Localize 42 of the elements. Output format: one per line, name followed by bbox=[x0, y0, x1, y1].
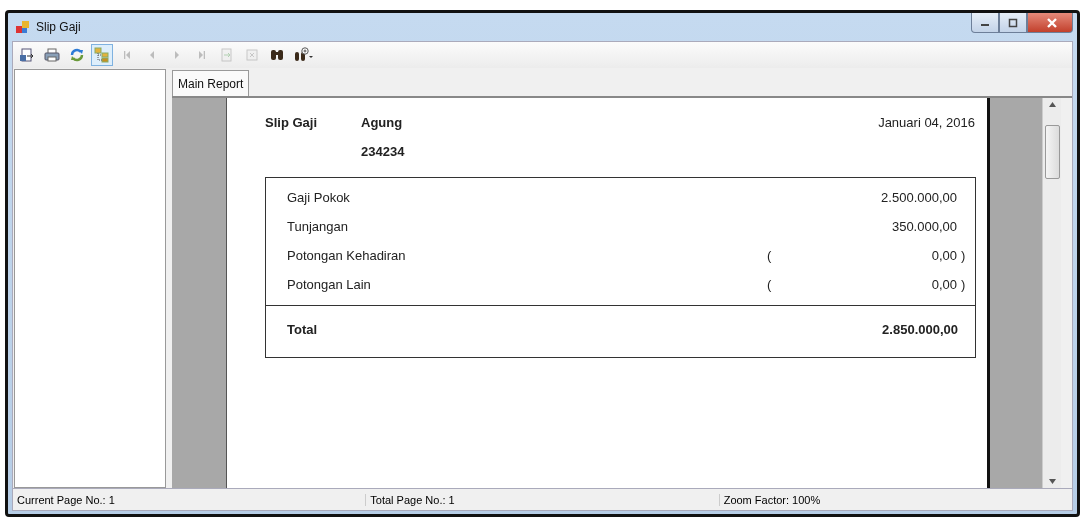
scroll-down-icon[interactable] bbox=[1048, 479, 1056, 484]
status-text: Total Page No.: 1 bbox=[366, 493, 720, 506]
parenthesis: ) bbox=[960, 277, 967, 292]
app-icon bbox=[16, 20, 30, 34]
maximize-button[interactable] bbox=[999, 13, 1027, 33]
export-icon bbox=[19, 47, 35, 63]
stop-icon bbox=[244, 47, 260, 63]
total-value: 2.850.000,00 bbox=[882, 322, 958, 337]
row-value: 350.000,00 bbox=[890, 219, 957, 234]
report-date: Januari 04, 2016 bbox=[878, 115, 975, 130]
minimize-button[interactable] bbox=[971, 13, 999, 33]
go-to-page-icon bbox=[219, 47, 235, 63]
status-text: Zoom Factor: 100% bbox=[722, 493, 822, 506]
search-options-icon bbox=[294, 47, 314, 63]
employee-id: 234234 bbox=[361, 144, 405, 159]
employee-name: Agung bbox=[361, 115, 404, 130]
row-label: Potongan Kehadiran bbox=[287, 248, 407, 263]
row-label: Gaji Pokok bbox=[287, 190, 351, 205]
parenthesis: ( bbox=[767, 248, 773, 263]
row-value: 0,00 bbox=[930, 248, 957, 263]
close-icon bbox=[1046, 17, 1058, 28]
report-title: Slip Gaji bbox=[265, 115, 317, 130]
tree-icon bbox=[94, 47, 110, 63]
row-value: 2.500.000,00 bbox=[880, 190, 957, 205]
row-label: Tunjangan bbox=[287, 219, 349, 234]
scroll-thumb[interactable] bbox=[1044, 125, 1060, 179]
vertical-scrollbar[interactable] bbox=[1042, 98, 1061, 488]
refresh-icon bbox=[69, 47, 85, 63]
scroll-up-icon[interactable] bbox=[1048, 102, 1056, 107]
row-label: Potongan Lain bbox=[287, 277, 372, 292]
tree-button[interactable] bbox=[91, 44, 113, 66]
window-title: Slip Gaji bbox=[36, 20, 81, 34]
row-value: 0,00 bbox=[930, 277, 957, 292]
search-icon bbox=[269, 47, 285, 63]
parenthesis: ( bbox=[767, 277, 773, 292]
parenthesis: ) bbox=[960, 248, 967, 263]
report-tab[interactable]: Main Report bbox=[172, 70, 250, 96]
print-icon bbox=[44, 47, 60, 63]
close-button[interactable] bbox=[1027, 13, 1073, 33]
total-label: Total bbox=[287, 322, 318, 337]
maximize-icon bbox=[1008, 17, 1018, 28]
status-text: Current Page No.: 1 bbox=[13, 493, 367, 506]
